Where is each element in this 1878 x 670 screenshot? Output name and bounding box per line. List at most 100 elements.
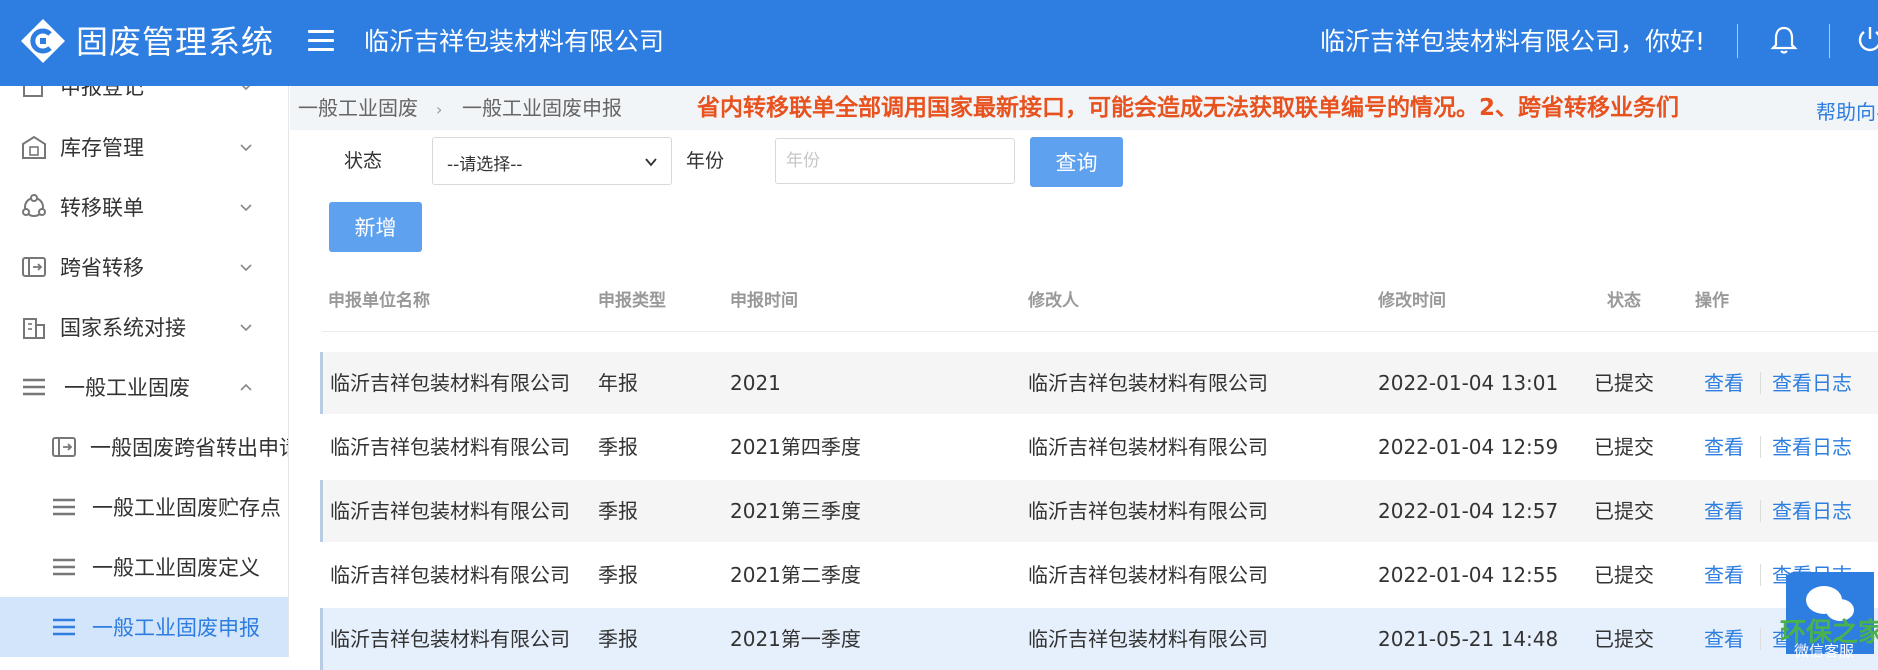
chevron-right-icon: › xyxy=(436,100,443,119)
breadcrumb-current: 一般工业固废申报 xyxy=(462,96,622,120)
view-link[interactable]: 查看 xyxy=(1704,369,1744,397)
cell-modifier: 临沂吉祥包装材料有限公司 xyxy=(1028,499,1268,523)
cell-unit: 临沂吉祥包装材料有限公司 xyxy=(330,563,570,587)
table-row: 临沂吉祥包装材料有限公司 季报 2021第二季度 临沂吉祥包装材料有限公司 20… xyxy=(320,544,1878,606)
form-icon xyxy=(23,86,43,97)
status-select[interactable]: --请选择-- xyxy=(432,137,672,185)
column-header: 修改人 xyxy=(1028,291,1079,311)
breadcrumb-bar: 一般工业固废 › 一般工业固废申报 省内转移联单全部调用国家最新接口，可能会造成… xyxy=(290,86,1878,130)
chevron-down-icon xyxy=(240,144,252,152)
cell-modifier: 临沂吉祥包装材料有限公司 xyxy=(1028,435,1268,459)
header-divider xyxy=(1737,24,1738,58)
status-filter-label: 状态 xyxy=(344,150,383,172)
op-divider xyxy=(1760,564,1761,586)
sidebar-item-cross-province[interactable]: 跨省转移 xyxy=(0,237,288,297)
sidebar-item-general-industrial-waste[interactable]: 一般工业固废 xyxy=(0,357,288,417)
cell-unit: 临沂吉祥包装材料有限公司 xyxy=(330,435,570,459)
query-button[interactable]: 查询 xyxy=(1030,137,1123,187)
column-header: 申报单位名称 xyxy=(328,291,430,311)
chevron-up-icon xyxy=(240,383,252,391)
bell-icon[interactable] xyxy=(1766,22,1802,58)
cell-modified-time: 2021-05-21 14:48 xyxy=(1378,627,1559,651)
cell-modified-time: 2022-01-04 12:57 xyxy=(1378,499,1559,523)
view-link[interactable]: 查看 xyxy=(1704,433,1744,461)
cell-unit: 临沂吉祥包装材料有限公司 xyxy=(330,499,570,523)
company-title: 临沂吉祥包装材料有限公司 xyxy=(364,27,665,56)
cross-province-icon xyxy=(22,257,46,277)
view-link[interactable]: 查看 xyxy=(1704,497,1744,525)
table-row: 临沂吉祥包装材料有限公司 季报 2021第四季度 临沂吉祥包装材料有限公司 20… xyxy=(320,416,1878,478)
year-input[interactable] xyxy=(775,138,1015,184)
view-link[interactable]: 查看 xyxy=(1704,561,1744,589)
help-guide-link[interactable]: 帮助向导 xyxy=(1816,96,1878,125)
cell-status: 已提交 xyxy=(1594,435,1654,459)
column-header: 操作 xyxy=(1695,291,1729,311)
list-icon xyxy=(53,618,75,636)
export-icon xyxy=(52,437,76,457)
view-log-link[interactable]: 查看日志 xyxy=(1772,433,1852,461)
sidebar-subitem-declaration[interactable]: 一般工业固废申报 xyxy=(0,597,288,657)
chevron-down-icon xyxy=(645,158,657,167)
sidebar-subitem-storage-point[interactable]: 一般工业固废贮存点 xyxy=(0,477,288,537)
warehouse-icon xyxy=(22,135,46,159)
sidebar-item-inventory[interactable]: 库存管理 xyxy=(0,117,288,177)
watermark-sub-text: 微信客服 xyxy=(1794,642,1855,660)
status-select-value: --请选择-- xyxy=(447,155,523,175)
op-divider xyxy=(1760,436,1761,458)
list-icon xyxy=(53,498,75,516)
cell-period: 2021第二季度 xyxy=(730,563,861,587)
chevron-down-icon xyxy=(240,204,252,212)
view-log-link[interactable]: 查看日志 xyxy=(1772,369,1852,397)
transfer-icon xyxy=(22,194,46,217)
sidebar-subitem-cross-province-export[interactable]: 一般固废跨省转出申请 xyxy=(0,417,288,477)
power-icon[interactable] xyxy=(1852,22,1878,58)
top-header: 固废管理系统 临沂吉祥包装材料有限公司 临沂吉祥包装材料有限公司，你好! xyxy=(0,0,1878,86)
sidebar: 申报登记 库存管理 转移联单 跨省转移 国家系统对接 一般工业固废 一般固废跨省… xyxy=(0,86,289,657)
table-row: 临沂吉祥包装材料有限公司 季报 2021第一季度 临沂吉祥包装材料有限公司 20… xyxy=(320,608,1878,670)
column-header: 修改时间 xyxy=(1378,291,1446,311)
sidebar-item-label: 库存管理 xyxy=(60,136,144,160)
sidebar-subitem-definition[interactable]: 一般工业固废定义 xyxy=(0,537,288,597)
list-icon xyxy=(53,558,75,576)
sidebar-item-label: 一般工业固废贮存点 xyxy=(92,496,281,520)
sidebar-item-label: 一般工业固废申报 xyxy=(92,616,260,640)
chevron-down-icon xyxy=(241,86,251,91)
table-header-divider xyxy=(322,331,1878,332)
cell-period: 2021第三季度 xyxy=(730,499,861,523)
add-button[interactable]: 新增 xyxy=(329,202,422,252)
list-icon xyxy=(23,378,45,396)
building-icon xyxy=(23,318,45,339)
cell-type: 季报 xyxy=(598,563,638,587)
view-link[interactable]: 查看 xyxy=(1704,625,1744,653)
cell-status: 已提交 xyxy=(1594,627,1654,651)
cell-period: 2021第一季度 xyxy=(730,627,861,651)
menu-toggle-icon[interactable] xyxy=(304,24,338,58)
chevron-down-icon xyxy=(240,324,252,332)
cell-modifier: 临沂吉祥包装材料有限公司 xyxy=(1028,371,1268,395)
cell-status: 已提交 xyxy=(1594,371,1654,395)
user-greeting: 临沂吉祥包装材料有限公司，你好! xyxy=(1320,27,1706,56)
view-log-link[interactable]: 查看日志 xyxy=(1772,497,1852,525)
sidebar-item-declaration[interactable]: 申报登记 xyxy=(0,86,288,116)
cell-type: 季报 xyxy=(598,499,638,523)
op-divider xyxy=(1760,500,1761,522)
breadcrumb-item[interactable]: 一般工业固废 xyxy=(298,96,418,120)
cell-status: 已提交 xyxy=(1594,499,1654,523)
sidebar-item-label: 一般工业固废定义 xyxy=(92,556,260,580)
cell-type: 年报 xyxy=(598,371,638,395)
cell-unit: 临沂吉祥包装材料有限公司 xyxy=(330,371,570,395)
column-header: 申报时间 xyxy=(730,291,798,311)
table-row: 临沂吉祥包装材料有限公司 年报 2021 临沂吉祥包装材料有限公司 2022-0… xyxy=(320,352,1878,414)
column-header: 申报类型 xyxy=(598,291,666,311)
op-divider xyxy=(1760,628,1761,650)
cell-period: 2021 xyxy=(730,371,781,395)
app-logo-icon xyxy=(20,18,66,64)
sidebar-item-label: 跨省转移 xyxy=(60,256,144,280)
row-accent xyxy=(320,608,323,670)
year-filter-label: 年份 xyxy=(686,150,725,172)
sidebar-item-national-system[interactable]: 国家系统对接 xyxy=(0,297,288,357)
cell-modified-time: 2022-01-04 12:59 xyxy=(1378,435,1559,459)
sidebar-item-transfer[interactable]: 转移联单 xyxy=(0,177,288,237)
cell-period: 2021第四季度 xyxy=(730,435,861,459)
row-accent xyxy=(320,352,323,414)
